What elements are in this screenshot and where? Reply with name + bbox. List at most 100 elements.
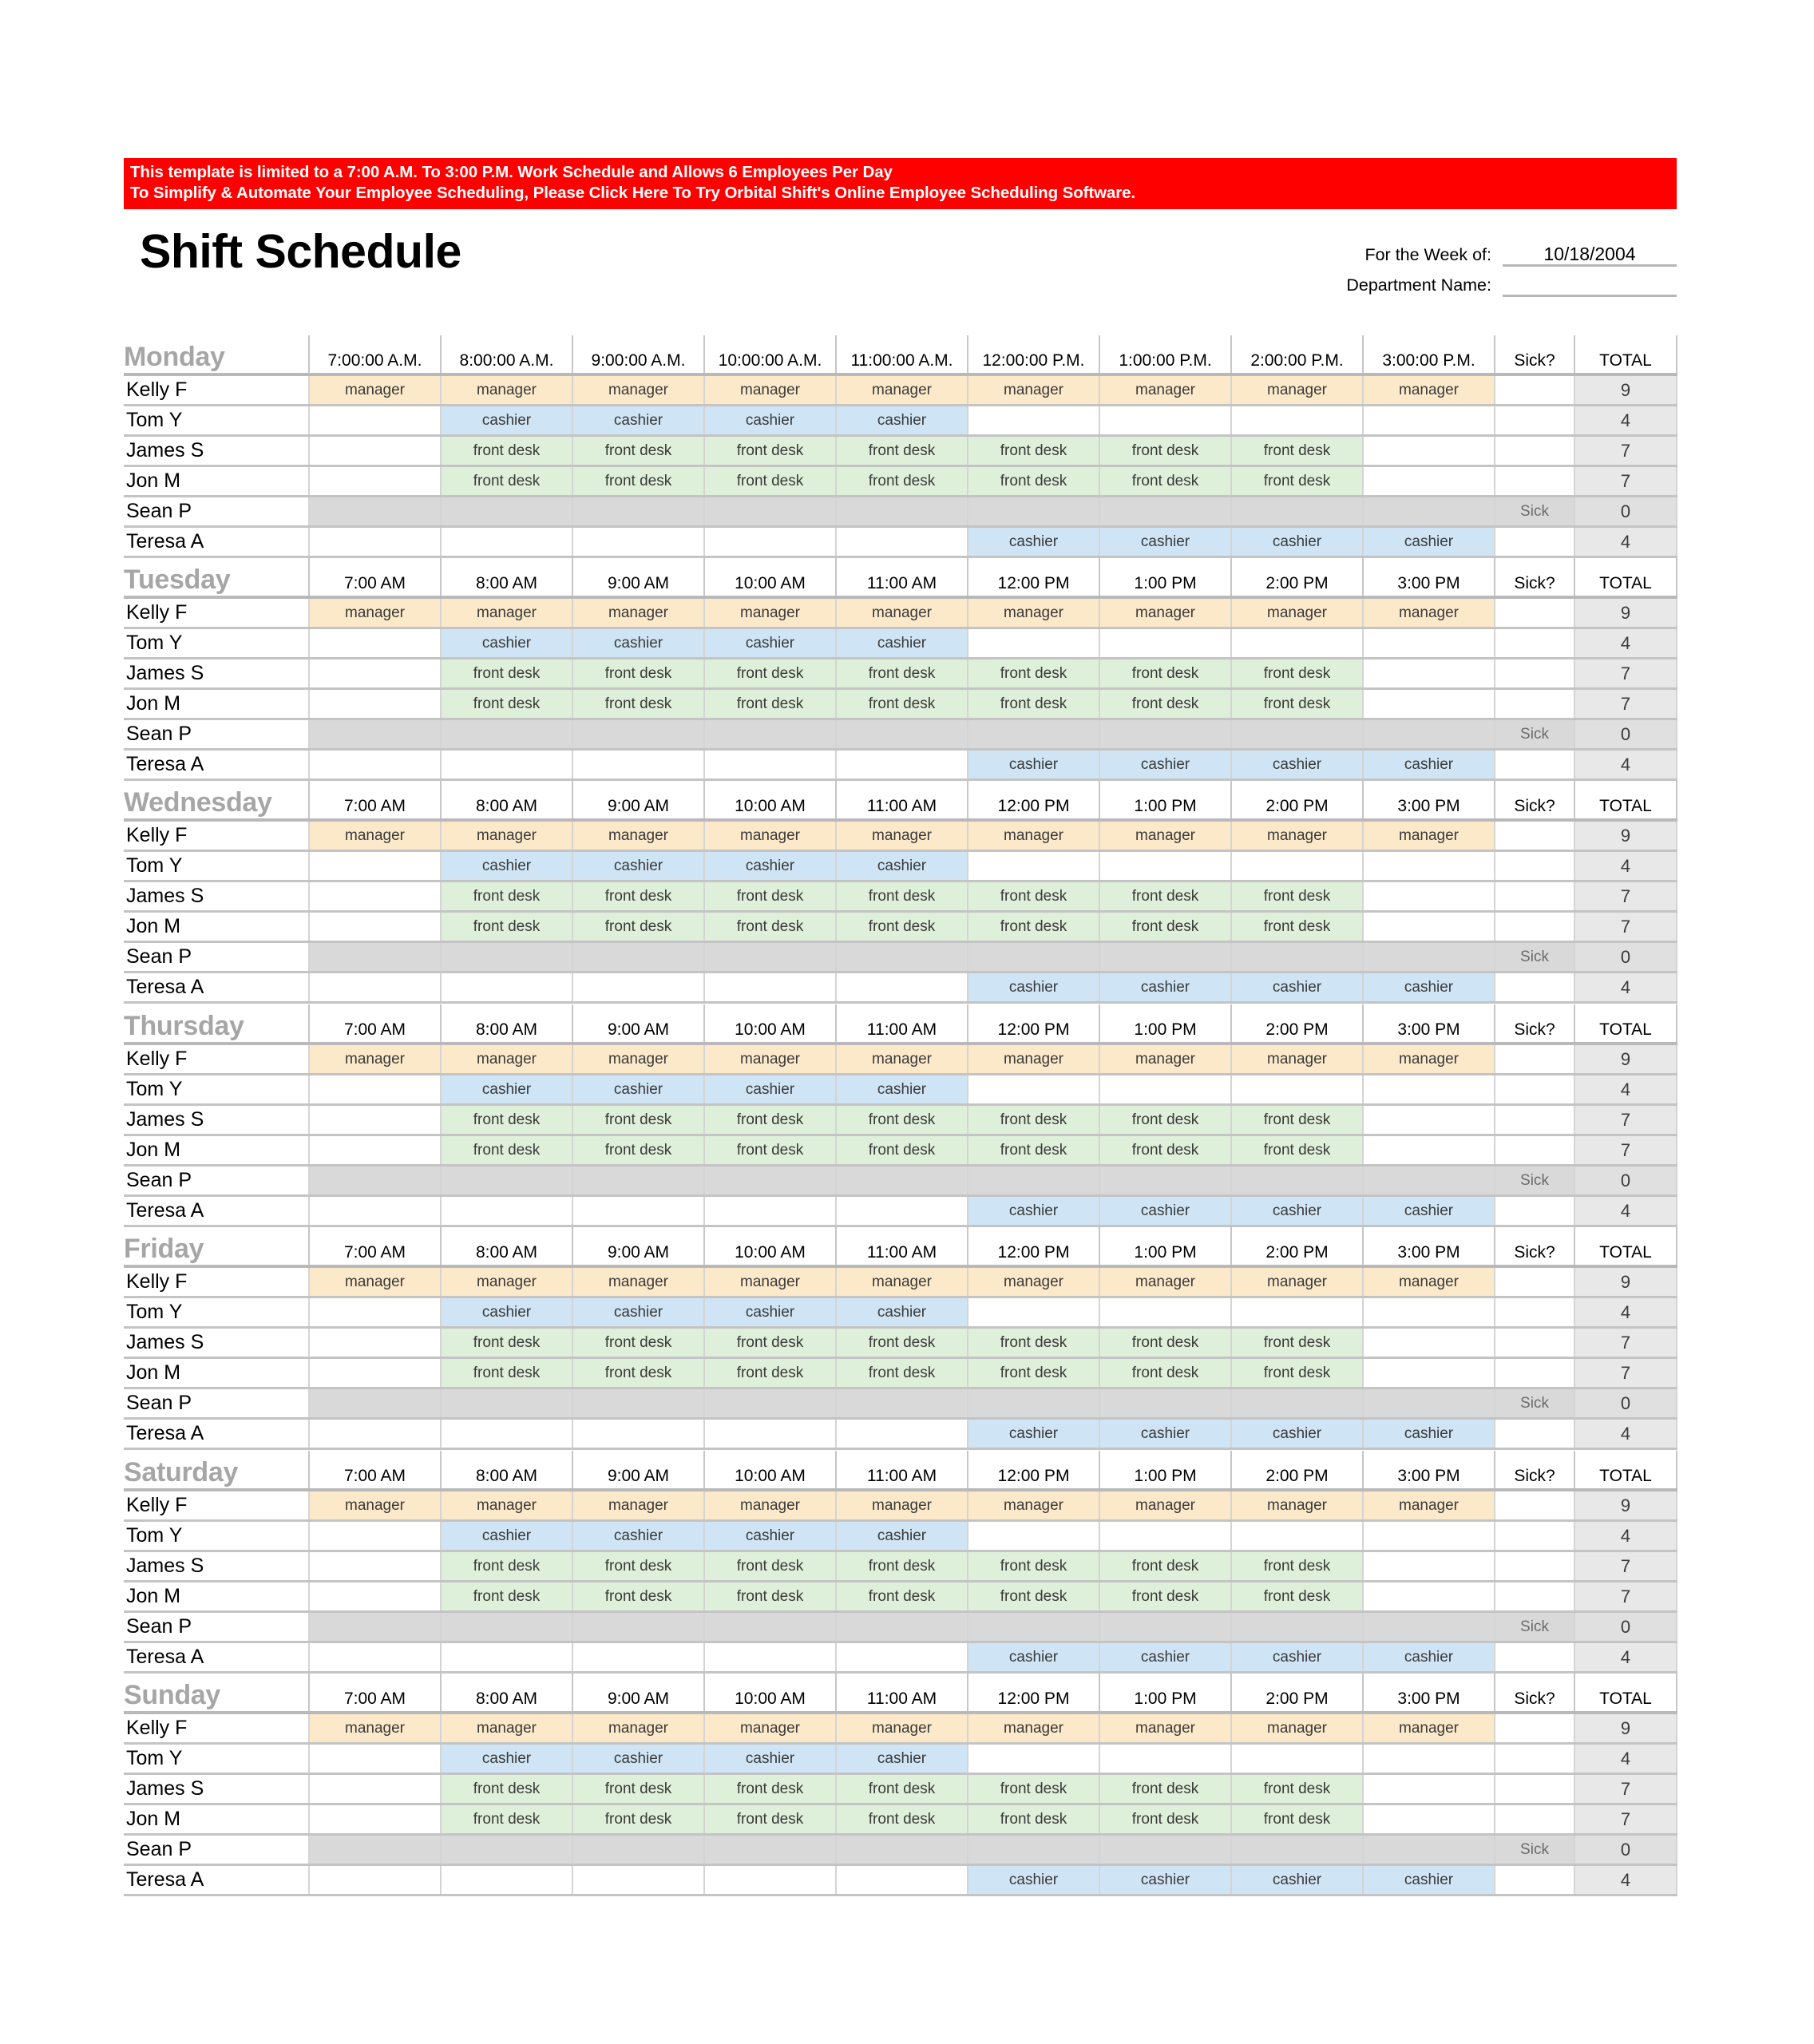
- employee-name-jon-m[interactable]: Jon M: [124, 1804, 309, 1836]
- shift-cell-jon-m-8[interactable]: front desk: [1230, 465, 1363, 497]
- shift-cell-kelly-f-7[interactable]: manager: [1099, 1490, 1231, 1522]
- employee-name-kelly-f[interactable]: Kelly F: [124, 597, 309, 629]
- shift-cell-sean-p-1[interactable]: [308, 719, 441, 751]
- shift-cell-jon-m-7[interactable]: front desk: [1099, 1804, 1231, 1836]
- shift-cell-teresa-a-5[interactable]: [835, 526, 968, 558]
- shift-cell-teresa-a-5[interactable]: [835, 972, 968, 1004]
- shift-cell-sean-p-9[interactable]: [1362, 941, 1495, 973]
- shift-cell-kelly-f-6[interactable]: manager: [967, 1713, 1099, 1745]
- shift-cell-james-s-2[interactable]: front desk: [440, 658, 572, 690]
- shift-cell-teresa-a-5[interactable]: [835, 1642, 968, 1674]
- shift-cell-teresa-a-2[interactable]: [440, 1195, 572, 1227]
- shift-cell-teresa-a-2[interactable]: [440, 972, 572, 1004]
- employee-name-tom-y[interactable]: Tom Y: [124, 1074, 309, 1106]
- shift-cell-tom-y-2[interactable]: cashier: [440, 1520, 572, 1552]
- shift-cell-james-s-4[interactable]: front desk: [703, 435, 836, 467]
- shift-cell-sean-p-7[interactable]: [1099, 941, 1231, 973]
- shift-cell-jon-m-7[interactable]: front desk: [1099, 911, 1231, 943]
- shift-cell-sean-p-7[interactable]: [1099, 719, 1231, 751]
- shift-cell-jon-m-4[interactable]: front desk: [703, 465, 836, 497]
- shift-cell-sean-p-8[interactable]: [1230, 719, 1363, 751]
- shift-cell-tom-y-5[interactable]: cashier: [835, 1520, 968, 1552]
- shift-cell-sean-p-9[interactable]: [1362, 1834, 1495, 1866]
- shift-cell-teresa-a-5[interactable]: [835, 1195, 968, 1227]
- sick-cell-teresa-a[interactable]: [1494, 526, 1574, 558]
- shift-cell-jon-m-4[interactable]: front desk: [703, 1804, 836, 1836]
- shift-cell-james-s-5[interactable]: front desk: [835, 1551, 968, 1583]
- shift-cell-kelly-f-2[interactable]: manager: [440, 1266, 572, 1298]
- shift-cell-teresa-a-7[interactable]: cashier: [1099, 1864, 1231, 1896]
- shift-cell-tom-y-8[interactable]: [1230, 850, 1363, 882]
- sick-cell-james-s[interactable]: [1494, 1551, 1574, 1583]
- shift-cell-jon-m-8[interactable]: front desk: [1230, 911, 1363, 943]
- employee-name-jon-m[interactable]: Jon M: [124, 1135, 309, 1167]
- shift-cell-tom-y-1[interactable]: [308, 1520, 441, 1552]
- shift-cell-teresa-a-4[interactable]: [703, 526, 836, 558]
- shift-cell-tom-y-5[interactable]: cashier: [835, 1743, 968, 1775]
- sick-cell-sean-p[interactable]: Sick: [1494, 941, 1574, 973]
- shift-cell-tom-y-8[interactable]: [1230, 628, 1363, 660]
- shift-cell-jon-m-5[interactable]: front desk: [835, 1357, 968, 1389]
- shift-cell-tom-y-6[interactable]: [967, 850, 1099, 882]
- shift-cell-jon-m-2[interactable]: front desk: [440, 1581, 572, 1613]
- shift-cell-teresa-a-9[interactable]: cashier: [1362, 526, 1495, 558]
- shift-cell-kelly-f-1[interactable]: manager: [308, 1266, 441, 1298]
- shift-cell-sean-p-7[interactable]: [1099, 1165, 1231, 1197]
- shift-cell-teresa-a-9[interactable]: cashier: [1362, 1195, 1495, 1227]
- employee-name-sean-p[interactable]: Sean P: [124, 1388, 309, 1420]
- employee-name-james-s[interactable]: James S: [124, 1773, 309, 1805]
- shift-cell-james-s-7[interactable]: front desk: [1099, 435, 1231, 467]
- sick-cell-sean-p[interactable]: Sick: [1494, 1388, 1574, 1420]
- employee-name-teresa-a[interactable]: Teresa A: [124, 1864, 309, 1896]
- sick-cell-teresa-a[interactable]: [1494, 1864, 1574, 1896]
- shift-cell-kelly-f-5[interactable]: manager: [835, 1266, 968, 1298]
- sick-cell-jon-m[interactable]: [1494, 1135, 1574, 1167]
- sick-cell-james-s[interactable]: [1494, 881, 1574, 913]
- shift-cell-james-s-5[interactable]: front desk: [835, 1327, 968, 1359]
- sick-cell-teresa-a[interactable]: [1494, 749, 1574, 781]
- shift-cell-kelly-f-5[interactable]: manager: [835, 597, 968, 629]
- shift-cell-james-s-3[interactable]: front desk: [572, 1551, 704, 1583]
- sick-cell-tom-y[interactable]: [1494, 405, 1574, 437]
- shift-cell-jon-m-9[interactable]: [1362, 1135, 1495, 1167]
- shift-cell-jon-m-2[interactable]: front desk: [440, 1804, 572, 1836]
- shift-cell-jon-m-9[interactable]: [1362, 1804, 1495, 1836]
- shift-cell-tom-y-1[interactable]: [308, 850, 441, 882]
- shift-cell-kelly-f-5[interactable]: manager: [835, 1713, 968, 1745]
- shift-cell-sean-p-2[interactable]: [440, 1611, 572, 1643]
- shift-cell-james-s-6[interactable]: front desk: [967, 435, 1099, 467]
- shift-cell-james-s-9[interactable]: [1362, 881, 1495, 913]
- shift-cell-james-s-3[interactable]: front desk: [572, 1104, 704, 1136]
- shift-cell-tom-y-9[interactable]: [1362, 405, 1495, 437]
- sick-cell-jon-m[interactable]: [1494, 688, 1574, 720]
- shift-cell-tom-y-4[interactable]: cashier: [703, 628, 836, 660]
- shift-cell-teresa-a-7[interactable]: cashier: [1099, 1418, 1231, 1450]
- shift-cell-jon-m-6[interactable]: front desk: [967, 1581, 1099, 1613]
- sick-cell-sean-p[interactable]: Sick: [1494, 719, 1574, 751]
- employee-name-kelly-f[interactable]: Kelly F: [124, 374, 309, 406]
- shift-cell-teresa-a-9[interactable]: cashier: [1362, 749, 1495, 781]
- sick-cell-tom-y[interactable]: [1494, 1074, 1574, 1106]
- shift-cell-jon-m-8[interactable]: front desk: [1230, 1581, 1363, 1613]
- shift-cell-sean-p-6[interactable]: [967, 941, 1099, 973]
- shift-cell-teresa-a-4[interactable]: [703, 1418, 836, 1450]
- sick-cell-sean-p[interactable]: Sick: [1494, 496, 1574, 528]
- shift-cell-teresa-a-2[interactable]: [440, 526, 572, 558]
- shift-cell-kelly-f-2[interactable]: manager: [440, 1490, 572, 1522]
- shift-cell-kelly-f-2[interactable]: manager: [440, 1713, 572, 1745]
- shift-cell-tom-y-2[interactable]: cashier: [440, 1297, 572, 1329]
- shift-cell-jon-m-6[interactable]: front desk: [967, 465, 1099, 497]
- shift-cell-kelly-f-6[interactable]: manager: [967, 1490, 1099, 1522]
- shift-cell-jon-m-1[interactable]: [308, 688, 441, 720]
- shift-cell-teresa-a-3[interactable]: [572, 1195, 704, 1227]
- shift-cell-sean-p-8[interactable]: [1230, 1834, 1363, 1866]
- sick-cell-teresa-a[interactable]: [1494, 972, 1574, 1004]
- shift-cell-jon-m-5[interactable]: front desk: [835, 688, 968, 720]
- shift-cell-teresa-a-8[interactable]: cashier: [1230, 1642, 1363, 1674]
- shift-cell-jon-m-2[interactable]: front desk: [440, 1135, 572, 1167]
- shift-cell-teresa-a-3[interactable]: [572, 1418, 704, 1450]
- employee-name-tom-y[interactable]: Tom Y: [124, 1520, 309, 1552]
- shift-cell-jon-m-4[interactable]: front desk: [703, 1581, 836, 1613]
- shift-cell-james-s-4[interactable]: front desk: [703, 658, 836, 690]
- sick-cell-jon-m[interactable]: [1494, 1581, 1574, 1613]
